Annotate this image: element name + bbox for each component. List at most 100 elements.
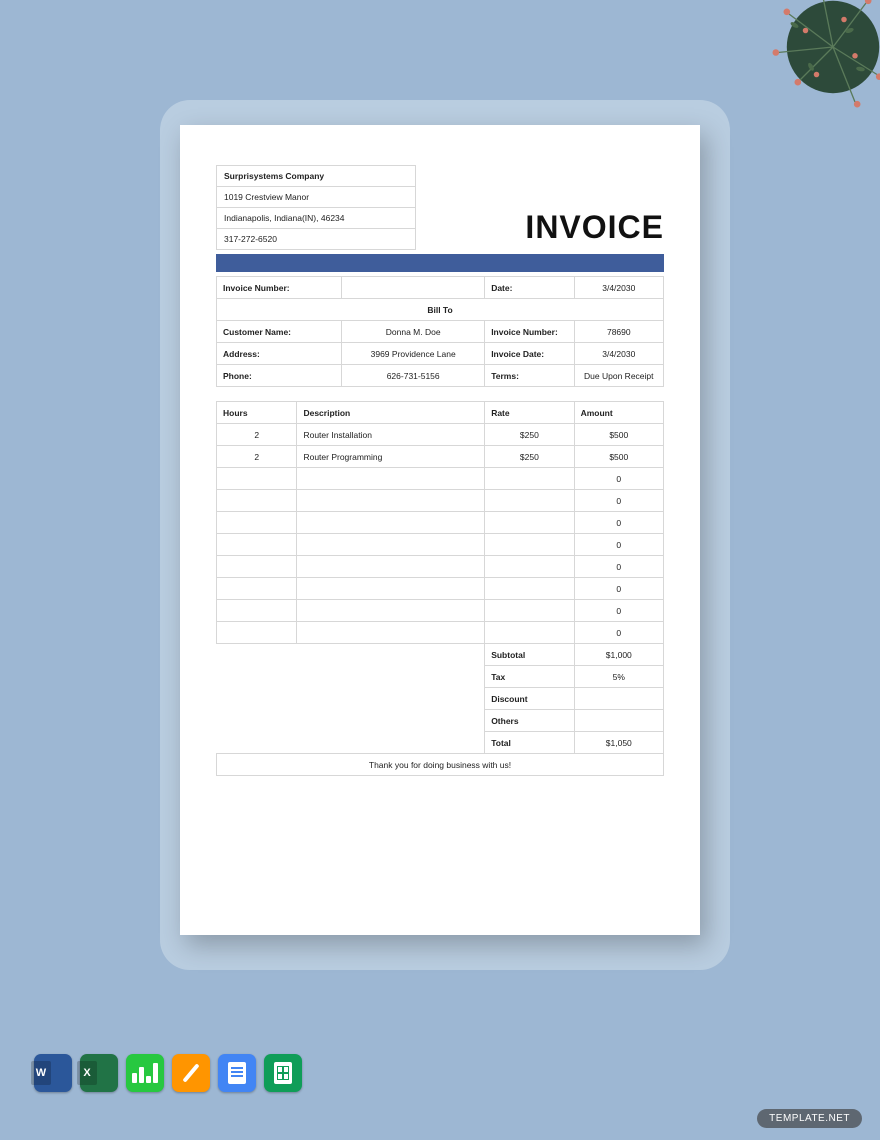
cell-description <box>297 512 485 534</box>
cell-hours: 2 <box>217 424 297 446</box>
cell-description <box>297 578 485 600</box>
cell-hours <box>217 622 297 644</box>
numbers-icon[interactable] <box>126 1054 164 1092</box>
bill-invoice-number-label: Invoice Number: <box>485 321 574 343</box>
thank-you-note: Thank you for doing business with us! <box>217 754 664 776</box>
cell-description <box>297 534 485 556</box>
discount-label: Discount <box>485 688 574 710</box>
cell-description <box>297 600 485 622</box>
date-value: 3/4/2030 <box>574 277 663 299</box>
total-label: Total <box>485 732 574 754</box>
cell-amount: 0 <box>574 534 663 556</box>
invoice-title: INVOICE <box>525 209 664 250</box>
cell-rate: $250 <box>485 446 574 468</box>
pages-icon[interactable] <box>172 1054 210 1092</box>
subtotal-label: Subtotal <box>485 644 574 666</box>
col-description: Description <box>297 402 485 424</box>
cell-hours <box>217 534 297 556</box>
tax-label: Tax <box>485 666 574 688</box>
others-value <box>574 710 663 732</box>
google-sheets-icon[interactable] <box>264 1054 302 1092</box>
company-address-2: Indianapolis, Indiana(IN), 46234 <box>217 208 415 229</box>
cell-description <box>297 468 485 490</box>
table-row: 2Router Programming$250$500 <box>217 446 664 468</box>
col-hours: Hours <box>217 402 297 424</box>
customer-name-label: Customer Name: <box>217 321 342 343</box>
cell-hours <box>217 556 297 578</box>
cell-amount: 0 <box>574 468 663 490</box>
watermark-badge: TEMPLATE.NET <box>757 1109 862 1128</box>
total-value: $1,050 <box>574 732 663 754</box>
discount-row: Discount <box>217 688 664 710</box>
cell-rate <box>485 622 574 644</box>
cell-description: Router Installation <box>297 424 485 446</box>
cell-hours <box>217 600 297 622</box>
cell-rate <box>485 512 574 534</box>
cell-hours <box>217 490 297 512</box>
cell-amount: $500 <box>574 424 663 446</box>
cell-description <box>297 556 485 578</box>
invoice-number-value <box>342 277 485 299</box>
col-rate: Rate <box>485 402 574 424</box>
excel-icon[interactable]: X <box>80 1054 118 1092</box>
cell-rate <box>485 556 574 578</box>
cell-hours <box>217 578 297 600</box>
cell-hours <box>217 512 297 534</box>
cell-rate: $250 <box>485 424 574 446</box>
bill-invoice-number-value: 78690 <box>574 321 663 343</box>
table-row: 0 <box>217 578 664 600</box>
others-row: Others <box>217 710 664 732</box>
invoice-document: Surprisystems Company 1019 Crestview Man… <box>180 125 700 935</box>
cell-rate <box>485 534 574 556</box>
cell-hours <box>217 468 297 490</box>
date-label: Date: <box>485 277 574 299</box>
format-icons-row: W X <box>34 1054 302 1092</box>
invoice-header-table: Invoice Number: Date: 3/4/2030 Bill To C… <box>216 276 664 387</box>
terms-value: Due Upon Receipt <box>574 365 663 387</box>
total-row: Total $1,050 <box>217 732 664 754</box>
bill-to-header: Bill To <box>217 299 664 321</box>
cell-amount: 0 <box>574 512 663 534</box>
table-row: 0 <box>217 600 664 622</box>
line-items-table: Hours Description Rate Amount 2Router In… <box>216 401 664 776</box>
address-value: 3969 Providence Lane <box>342 343 485 365</box>
company-info-box: Surprisystems Company 1019 Crestview Man… <box>216 165 416 250</box>
word-icon[interactable]: W <box>34 1054 72 1092</box>
table-row: 0 <box>217 556 664 578</box>
invoice-number-label: Invoice Number: <box>217 277 342 299</box>
others-label: Others <box>485 710 574 732</box>
customer-name-value: Donna M. Doe <box>342 321 485 343</box>
cell-amount: 0 <box>574 600 663 622</box>
cell-description <box>297 622 485 644</box>
cell-rate <box>485 490 574 512</box>
cell-rate <box>485 468 574 490</box>
table-row: 2Router Installation$250$500 <box>217 424 664 446</box>
tax-row: Tax 5% <box>217 666 664 688</box>
invoice-date-label: Invoice Date: <box>485 343 574 365</box>
phone-label: Phone: <box>217 365 342 387</box>
phone-value: 626-731-5156 <box>342 365 485 387</box>
cell-rate <box>485 600 574 622</box>
company-phone: 317-272-6520 <box>217 229 415 249</box>
cell-amount: 0 <box>574 578 663 600</box>
table-row: 0 <box>217 534 664 556</box>
cell-amount: 0 <box>574 556 663 578</box>
google-docs-icon[interactable] <box>218 1054 256 1092</box>
terms-label: Terms: <box>485 365 574 387</box>
table-row: 0 <box>217 490 664 512</box>
cell-rate <box>485 578 574 600</box>
subtotal-value: $1,000 <box>574 644 663 666</box>
table-row: 0 <box>217 622 664 644</box>
cell-amount: $500 <box>574 446 663 468</box>
cell-hours: 2 <box>217 446 297 468</box>
address-label: Address: <box>217 343 342 365</box>
tax-value: 5% <box>574 666 663 688</box>
company-name: Surprisystems Company <box>217 166 415 187</box>
subtotal-row: Subtotal $1,000 <box>217 644 664 666</box>
col-amount: Amount <box>574 402 663 424</box>
discount-value <box>574 688 663 710</box>
cell-amount: 0 <box>574 490 663 512</box>
company-address-1: 1019 Crestview Manor <box>217 187 415 208</box>
cell-description <box>297 490 485 512</box>
table-row: 0 <box>217 468 664 490</box>
